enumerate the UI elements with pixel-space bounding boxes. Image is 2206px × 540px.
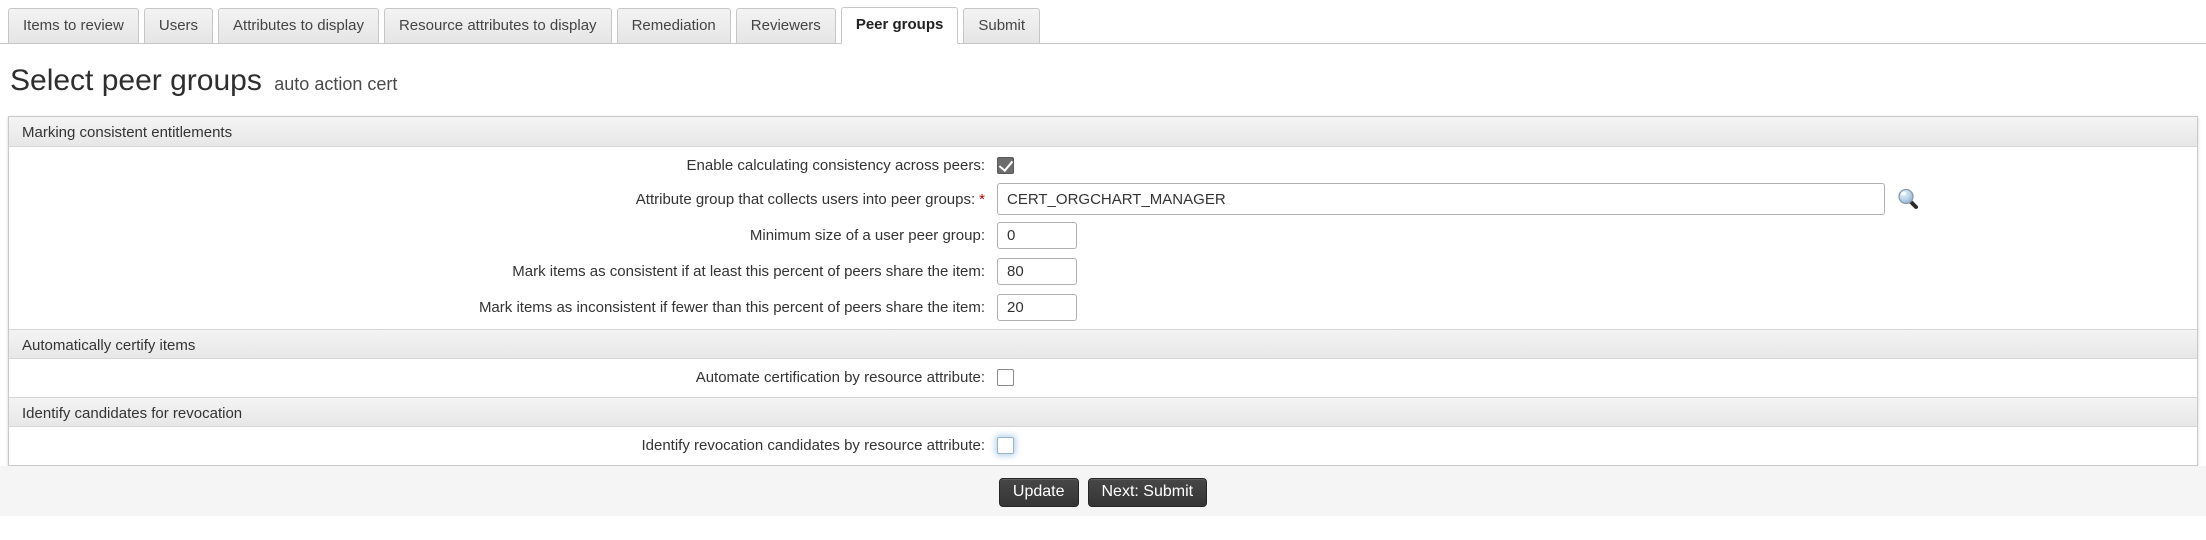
required-marker: * [979,191,985,208]
section-marking-consistent-entitlements: Marking consistent entitlements Enable c… [9,117,2197,329]
attribute-group-label: Attribute group that collects users into… [9,191,985,208]
inconsistent-percent-label: Mark items as inconsistent if fewer than… [9,299,985,316]
footer-button-bar: Update Next: Submit [0,466,2206,516]
page-subtitle: auto action cert [274,74,397,94]
attribute-group-lookup-button[interactable] [1896,187,1920,211]
row-enable-consistency: Enable calculating consistency across pe… [9,150,2197,181]
tab-attributes-to-display[interactable]: Attributes to display [218,8,379,43]
tab-reviewers[interactable]: Reviewers [736,8,836,43]
min-peer-group-size-input[interactable] [997,222,1077,249]
tab-peer-groups[interactable]: Peer groups [841,7,959,44]
row-inconsistent-percent: Mark items as inconsistent if fewer than… [9,289,2197,325]
enable-consistency-checkbox[interactable] [997,157,1014,174]
row-automate-by-resource-attribute: Automate certification by resource attri… [9,362,2197,393]
update-button[interactable]: Update [999,478,1079,507]
row-min-peer-group-size: Minimum size of a user peer group: [9,217,2197,253]
consistent-percent-input[interactable] [997,258,1077,285]
peer-groups-form: Marking consistent entitlements Enable c… [8,116,2198,466]
tab-submit[interactable]: Submit [963,8,1040,43]
tab-items-to-review[interactable]: Items to review [8,8,139,43]
row-attribute-group: Attribute group that collects users into… [9,181,2197,217]
automate-by-resource-attribute-label: Automate certification by resource attri… [9,369,985,386]
magnifier-icon [1896,187,1920,211]
section-automatically-certify-items: Automatically certify items Automate cer… [9,329,2197,397]
tab-remediation[interactable]: Remediation [617,8,731,43]
section-header-marking: Marking consistent entitlements [9,117,2197,147]
attribute-group-input[interactable] [997,183,1885,215]
section-identify-candidates-for-revocation: Identify candidates for revocation Ident… [9,397,2197,465]
consistent-percent-label: Mark items as consistent if at least thi… [9,263,985,280]
automate-by-resource-attribute-checkbox[interactable] [997,369,1014,386]
min-peer-group-size-label: Minimum size of a user peer group: [9,227,985,244]
section-header-auto-certify: Automatically certify items [9,329,2197,359]
identify-by-resource-attribute-label: Identify revocation candidates by resour… [9,437,985,454]
row-identify-by-resource-attribute: Identify revocation candidates by resour… [9,430,2197,461]
page-header: Select peer groups auto action cert [0,44,2206,116]
tab-users[interactable]: Users [144,8,213,43]
section-header-revocation: Identify candidates for revocation [9,397,2197,427]
row-consistent-percent: Mark items as consistent if at least thi… [9,253,2197,289]
enable-consistency-label: Enable calculating consistency across pe… [9,157,985,174]
wizard-tab-bar: Items to review Users Attributes to disp… [0,0,2206,44]
page-title: Select peer groups [10,64,262,97]
next-submit-button[interactable]: Next: Submit [1088,478,1208,507]
identify-by-resource-attribute-checkbox[interactable] [997,437,1014,454]
tab-resource-attributes-to-display[interactable]: Resource attributes to display [384,8,612,43]
inconsistent-percent-input[interactable] [997,294,1077,321]
